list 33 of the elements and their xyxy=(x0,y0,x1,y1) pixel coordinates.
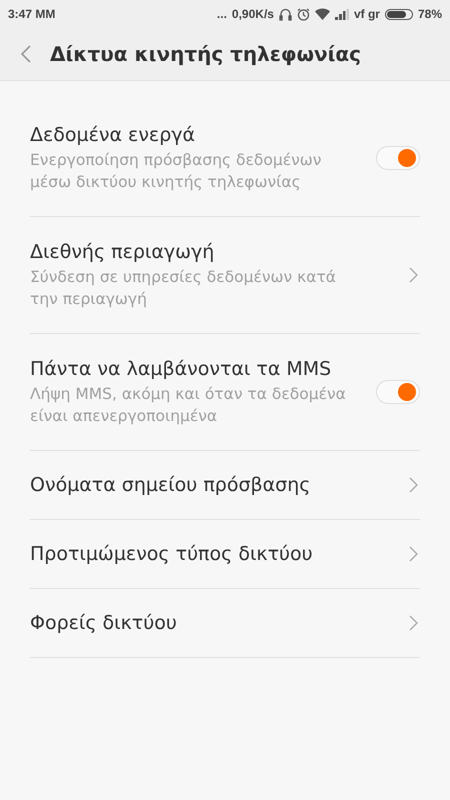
chevron-icon xyxy=(409,267,418,283)
settings-item[interactable]: Προτιμώμενος τύπος δικτύου xyxy=(30,520,420,589)
headset-icon xyxy=(278,8,292,20)
battery-icon xyxy=(384,8,413,20)
settings-item[interactable]: Δεδομένα ενεργά Ενεργοποίηση πρόσβασης δεδομένων μέσω δικτύου κινητής τηλεφωνίας xyxy=(30,100,420,217)
screen-title: Δίκτυα κινητής τηλεφωνίας xyxy=(50,42,361,66)
item-description: Λήψη MMS, ακόμη και όταν τα δεδομένα είναι απενεργοποιημένα xyxy=(30,384,347,426)
alarm-icon xyxy=(296,8,310,20)
battery-percent: 78% xyxy=(418,7,442,21)
toggle-switch[interactable] xyxy=(376,146,420,170)
chevron-icon xyxy=(409,477,418,493)
signal-icon xyxy=(334,8,349,20)
item-description: Ενεργοποίηση πρόσβασης δεδομένων μέσω δικτύου κινητής τηλεφωνίας xyxy=(30,150,322,192)
settings-item[interactable]: Ονόματα σημείου πρόσβασης xyxy=(30,451,420,520)
back-icon[interactable] xyxy=(20,44,32,64)
settings-item[interactable]: Φορείς δικτύου xyxy=(30,589,420,658)
item-description: Σύνδεση σε υπηρεσίες δεδομένων κατά την περιαγωγή xyxy=(30,266,337,310)
item-title: Πάντα να λαμβάνονται τα MMS xyxy=(30,358,332,380)
item-title: Δεδομένα ενεργά xyxy=(30,124,196,146)
item-title: Διεθνής περιαγωγή xyxy=(30,240,216,262)
network-speed: 0,90K/s xyxy=(232,7,274,21)
chevron-icon xyxy=(409,546,418,562)
chevron-icon xyxy=(409,615,418,631)
toggle-switch[interactable] xyxy=(376,380,420,404)
wifi-icon xyxy=(314,8,330,20)
item-title: Ονόματα σημείου πρόσβασης xyxy=(30,474,310,496)
item-title: Φορείς δικτύου xyxy=(30,612,177,634)
settings-item[interactable]: Διεθνής περιαγωγή Σύνδεση σε υπηρεσίες δεδομένων κατά την περιαγωγή xyxy=(30,217,420,334)
item-title: Προτιμώμενος τύπος δικτύου xyxy=(30,543,313,565)
settings-item[interactable]: Πάντα να λαμβάνονται τα MMS Λήψη MMS, ακόμη και όταν τα δεδομένα είναι απενεργοποιημένα xyxy=(30,334,420,451)
status-time: 3:47 MM xyxy=(8,7,56,21)
status-dots: ... xyxy=(216,7,227,21)
carrier-name: vf gr xyxy=(354,7,380,21)
